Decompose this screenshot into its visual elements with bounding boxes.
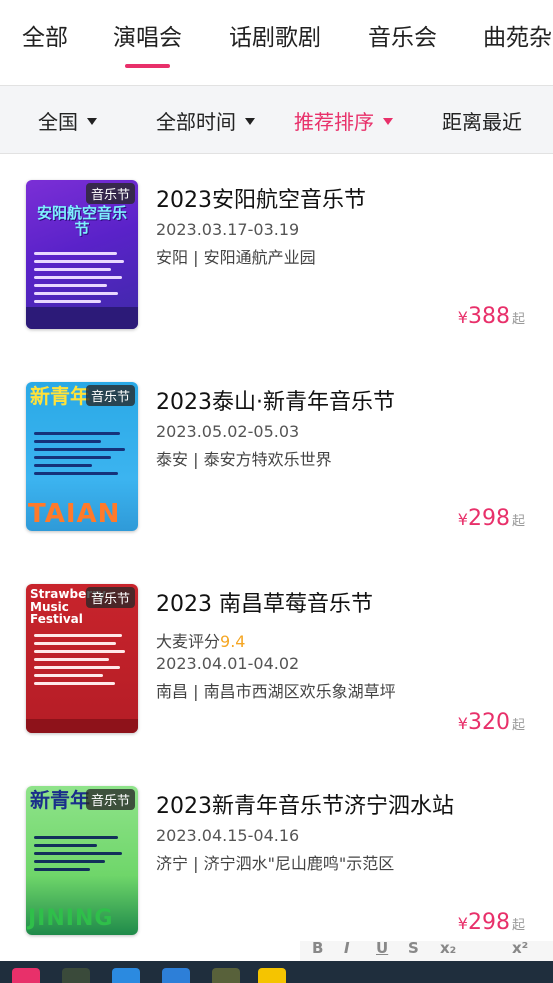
sort-filter[interactable]: 推荐排序 bbox=[294, 106, 393, 135]
rating-score: 9.4 bbox=[220, 632, 246, 651]
price-value: 388 bbox=[467, 304, 510, 329]
event-card[interactable]: 安阳航空音乐节 音乐节 2023安阳航空音乐节 2023.03.17-03.19… bbox=[0, 154, 553, 356]
tab-all[interactable]: 全部 bbox=[22, 18, 68, 52]
event-price: ¥388 起 bbox=[458, 304, 525, 329]
poster-lineup bbox=[34, 634, 130, 690]
poster-lineup bbox=[34, 432, 130, 480]
event-title: 2023安阳航空音乐节 bbox=[156, 188, 366, 213]
app-icon-character[interactable] bbox=[212, 968, 240, 983]
region-filter[interactable]: 全国 bbox=[38, 106, 97, 135]
event-venue: 南昌 | 南昌市西湖区欢乐象湖草坪 bbox=[156, 682, 396, 701]
event-venue: 安阳 | 安阳通航产业园 bbox=[156, 248, 316, 267]
active-tab-indicator bbox=[125, 64, 170, 68]
app-icon-game[interactable] bbox=[62, 968, 90, 983]
category-tag: 音乐节 bbox=[85, 789, 135, 810]
event-venue: 济宁 | 济宁泗水"尼山鹿鸣"示范区 bbox=[156, 854, 395, 873]
price-currency: ¥ bbox=[457, 308, 468, 327]
event-date: 2023.05.02-05.03 bbox=[156, 422, 300, 441]
poster-title: 安阳航空音乐节 bbox=[36, 204, 127, 238]
formatting-toolbar: B I U S x₂ x² bbox=[300, 939, 553, 961]
poster-city: JINING bbox=[28, 906, 114, 931]
app-icon-folder[interactable] bbox=[258, 968, 286, 983]
tab-music-concert[interactable]: 音乐会 bbox=[368, 18, 437, 52]
underline-icon[interactable]: U bbox=[376, 939, 388, 957]
italic-icon[interactable]: I bbox=[344, 939, 350, 957]
bold-icon[interactable]: B bbox=[312, 939, 323, 957]
poster-footer bbox=[26, 307, 138, 329]
event-poster: 安阳航空音乐节 音乐节 bbox=[26, 180, 138, 329]
app-icon-chat[interactable] bbox=[112, 968, 140, 983]
event-card[interactable]: 新青年 JINING 音乐节 2023新青年音乐节济宁泗水站 2023.04.1… bbox=[0, 760, 553, 962]
distance-filter[interactable]: 距离最近 bbox=[442, 106, 522, 135]
poster-lineup bbox=[34, 836, 130, 876]
price-currency: ¥ bbox=[457, 510, 468, 529]
price-currency: ¥ bbox=[457, 914, 468, 933]
poster-footer bbox=[26, 719, 138, 733]
rating-label: 大麦评分 bbox=[156, 632, 221, 651]
tab-variety[interactable]: 曲苑杂 bbox=[483, 18, 552, 52]
app-icon-music[interactable] bbox=[12, 968, 40, 983]
dropdown-arrow-icon bbox=[87, 118, 97, 125]
price-value: 298 bbox=[467, 506, 510, 531]
dropdown-arrow-icon bbox=[245, 118, 255, 125]
subscript-icon[interactable]: x₂ bbox=[440, 939, 456, 957]
price-value: 298 bbox=[467, 910, 510, 935]
category-tab-bar: 全部 演唱会 话剧歌剧 音乐会 曲苑杂 bbox=[0, 0, 553, 86]
superscript-icon[interactable]: x² bbox=[512, 939, 528, 957]
price-currency: ¥ bbox=[457, 714, 468, 733]
poster-title: Strawberry Music Festival bbox=[30, 587, 106, 627]
taskbar bbox=[0, 961, 553, 983]
price-value: 320 bbox=[467, 710, 510, 735]
event-price: ¥298 起 bbox=[458, 506, 525, 531]
event-title: 2023泰山·新青年音乐节 bbox=[156, 390, 395, 415]
event-price: ¥320 起 bbox=[458, 710, 525, 735]
poster-city: TAIAN bbox=[28, 499, 121, 529]
category-tag: 音乐节 bbox=[85, 587, 135, 608]
poster-lineup bbox=[34, 252, 130, 308]
event-title: 2023新青年音乐节济宁泗水站 bbox=[156, 794, 454, 819]
time-filter-label: 全部时间 bbox=[156, 110, 236, 134]
event-poster: 新青年 JINING 音乐节 bbox=[26, 786, 138, 935]
dropdown-arrow-icon bbox=[383, 118, 393, 125]
event-poster: Strawberry Music Festival 音乐节 bbox=[26, 584, 138, 733]
category-tag: 音乐节 bbox=[85, 385, 135, 406]
price-suffix: 起 bbox=[511, 918, 525, 933]
event-venue: 泰安 | 泰安方特欢乐世界 bbox=[156, 450, 332, 469]
sort-filter-label: 推荐排序 bbox=[294, 110, 374, 134]
region-filter-label: 全国 bbox=[38, 110, 78, 134]
strikethrough-icon[interactable]: S bbox=[408, 939, 419, 957]
time-filter[interactable]: 全部时间 bbox=[156, 106, 255, 135]
event-date: 2023.04.15-04.16 bbox=[156, 826, 300, 845]
event-price: ¥298 起 bbox=[458, 910, 525, 935]
app-icon-play[interactable] bbox=[162, 968, 190, 983]
event-title: 2023 南昌草莓音乐节 bbox=[156, 592, 373, 617]
event-date: 2023.04.01-04.02 bbox=[156, 654, 300, 673]
event-rating: 大麦评分9.4 bbox=[156, 628, 245, 652]
event-card[interactable]: 新青年 TAIAN 音乐节 2023泰山·新青年音乐节 2023.05.02-0… bbox=[0, 356, 553, 558]
category-tag: 音乐节 bbox=[85, 183, 135, 204]
price-suffix: 起 bbox=[511, 312, 525, 327]
price-suffix: 起 bbox=[511, 718, 525, 733]
filter-bar: 全国 全部时间 推荐排序 距离最近 bbox=[0, 86, 553, 154]
price-suffix: 起 bbox=[511, 514, 525, 529]
tab-drama-opera[interactable]: 话剧歌剧 bbox=[229, 18, 321, 52]
tab-concert[interactable]: 演唱会 bbox=[113, 18, 182, 52]
event-poster: 新青年 TAIAN 音乐节 bbox=[26, 382, 138, 531]
event-card[interactable]: Strawberry Music Festival 音乐节 2023 南昌草莓音… bbox=[0, 558, 553, 760]
event-date: 2023.03.17-03.19 bbox=[156, 220, 300, 239]
